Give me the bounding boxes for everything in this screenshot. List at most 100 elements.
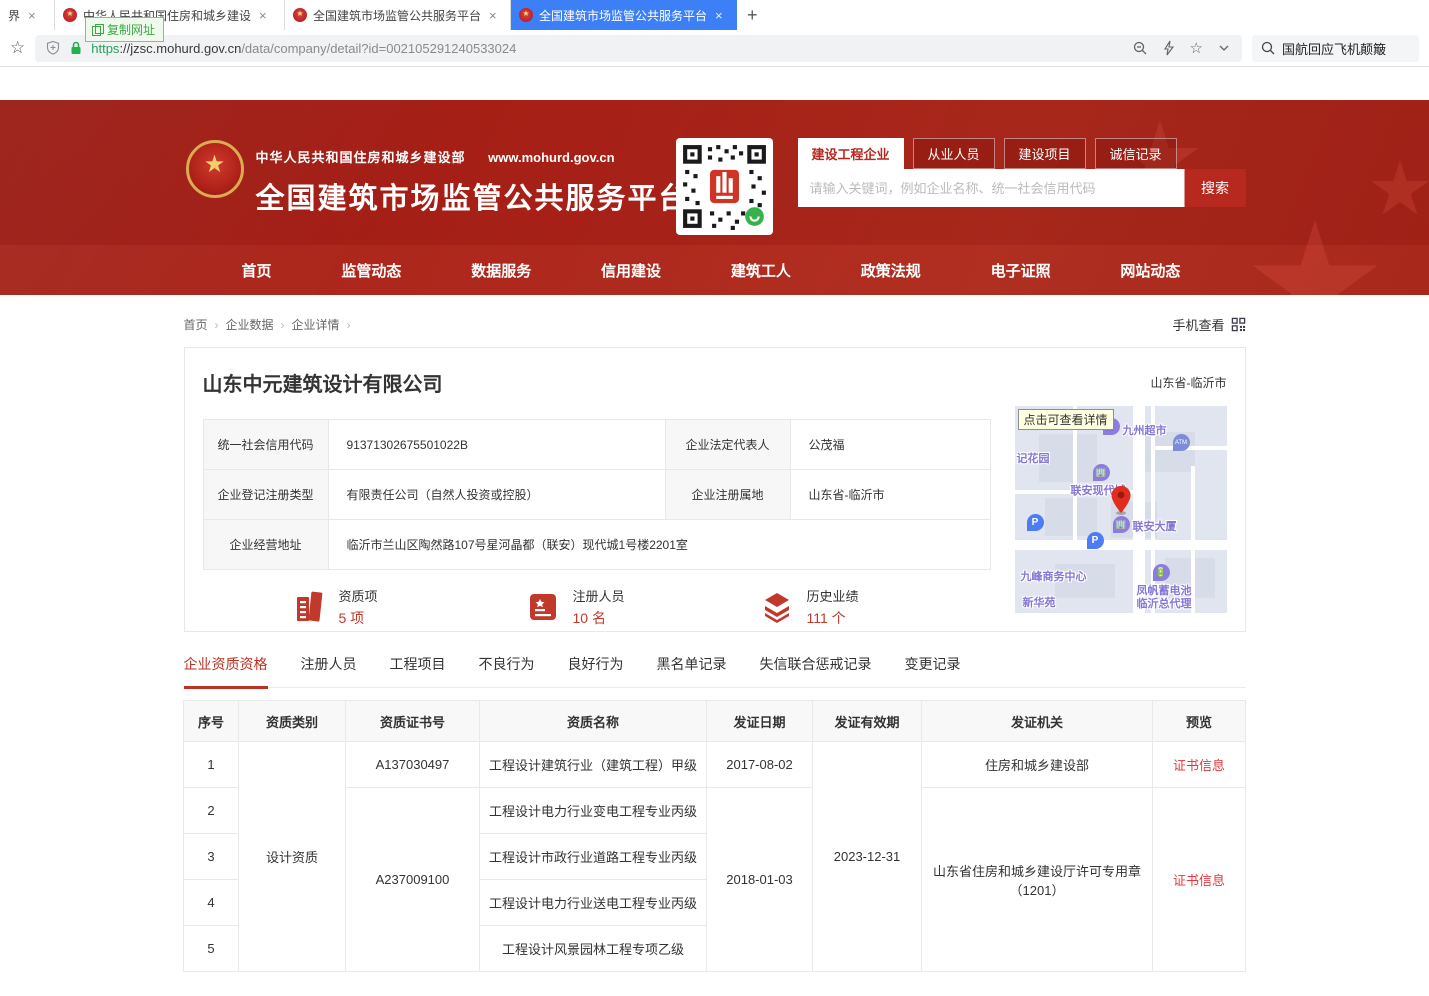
star-decoration (1370, 160, 1429, 220)
col-header-name: 资质名称 (480, 701, 707, 742)
map-parking-icon: P (1027, 514, 1044, 531)
col-header-valid-until: 发证有效期 (813, 701, 922, 742)
news-search-box[interactable]: 国航回应飞机颠簸 (1252, 35, 1419, 62)
nav-item-policy[interactable]: 政策法规 (861, 260, 921, 281)
cell-category: 设计资质 (239, 742, 346, 972)
browser-tab-0[interactable]: 界 × (0, 0, 55, 30)
close-icon[interactable]: × (257, 8, 269, 23)
search-button[interactable]: 搜索 (1184, 169, 1246, 207)
tab-projects[interactable]: 工程项目 (390, 654, 446, 687)
bookmark-star-icon[interactable]: ☆ (10, 38, 25, 58)
favorite-star-icon[interactable]: ☆ (1190, 39, 1203, 57)
url-text: https://jzsc.mohurd.gov.cn/data/company/… (91, 41, 516, 56)
map-label: 临沂总代理 (1137, 595, 1192, 611)
cell-name: 工程设计市政行业道路工程专业丙级 (480, 834, 707, 880)
chevron-down-icon[interactable] (1216, 40, 1232, 56)
mobile-view-link[interactable]: 手机查看 (1172, 315, 1245, 334)
nav-item-site-news[interactable]: 网站动态 (1120, 260, 1180, 281)
close-icon[interactable]: × (487, 8, 499, 23)
map-label: 联安大厦 (1133, 518, 1177, 534)
breadcrumb-separator: › (347, 318, 351, 332)
field-label: 企业法定代表人 (665, 420, 790, 470)
field-label: 企业经营地址 (203, 520, 328, 570)
cell-issue-date: 2017-08-02 (707, 742, 813, 788)
breadcrumb-separator: › (215, 318, 219, 332)
certificate-info-link[interactable]: 证书信息 (1173, 758, 1225, 773)
lightning-icon[interactable] (1161, 40, 1177, 56)
field-value-address: 临沂市兰山区陶然路107号星河晶都（联安）现代城1号楼2201室 (328, 520, 990, 570)
field-value-registration-type: 有限责任公司（自然人投资或控股） (328, 470, 665, 520)
emblem-favicon-icon (293, 8, 307, 22)
nav-item-supervision[interactable]: 监管动态 (341, 260, 401, 281)
cell-name: 工程设计电力行业变电工程专业丙级 (480, 788, 707, 834)
browser-toolbar: ☆ https://jzsc.mohurd.gov.cn/data/compan… (0, 30, 1429, 67)
close-icon[interactable]: × (713, 8, 725, 23)
cell-valid-until: 2023-12-31 (813, 742, 922, 972)
tab-bad-behavior[interactable]: 不良行为 (479, 654, 535, 687)
nav-item-home[interactable]: 首页 (242, 260, 272, 281)
tab-good-behavior[interactable]: 良好行为 (568, 654, 624, 687)
nav-item-e-license[interactable]: 电子证照 (991, 260, 1051, 281)
site-title: 全国建筑市场监管公共服务平台 (256, 175, 690, 217)
map-parking-icon: P (1087, 532, 1104, 549)
header-qr-code (676, 138, 773, 235)
site-titles: 中华人民共和国住房和城乡建设部 www.mohurd.gov.cn 全国建筑市场… (256, 147, 690, 217)
toolbar-right-icons: ☆ (1132, 39, 1232, 57)
browser-tab-3-active[interactable]: 全国建筑市场监管公共服务平台 × (511, 0, 737, 30)
tab-blacklist[interactable]: 黑名单记录 (657, 654, 727, 687)
company-name: 山东中元建筑设计有限公司 (203, 368, 1227, 397)
nav-item-workers[interactable]: 建筑工人 (731, 260, 791, 281)
col-header-category: 资质类别 (239, 701, 346, 742)
col-header-preview: 预览 (1153, 701, 1246, 742)
shield-icon[interactable] (45, 40, 61, 56)
search-input[interactable] (798, 169, 1184, 207)
tab-title: 全国建筑市场监管公共服务平台 (539, 7, 707, 24)
tab-change-records[interactable]: 变更记录 (905, 654, 961, 687)
table-row: 1 设计资质 A137030497 工程设计建筑行业（建筑工程）甲级 2017-… (184, 742, 1246, 788)
search-tab-project[interactable]: 建设项目 (1004, 138, 1086, 169)
tab-registered-personnel[interactable]: 注册人员 (301, 654, 357, 687)
new-tab-button[interactable]: + (737, 5, 768, 26)
tab-dishonesty-records[interactable]: 失信联合惩戒记录 (760, 654, 872, 687)
map-label: 九峰商务中心 (1021, 568, 1087, 584)
breadcrumb-enterprise-data[interactable]: 企业数据 (226, 316, 274, 333)
stat-value: 111 个 (807, 608, 859, 628)
qr-code-icon (1231, 317, 1246, 332)
stat-value: 10 名 (573, 608, 625, 628)
cell-cert-no: A237009100 (346, 788, 480, 972)
zoom-out-icon[interactable] (1132, 40, 1148, 56)
cell-authority: 山东省住房和城乡建设厅许可专用章 （1201） (922, 788, 1153, 972)
stat-label: 历史业绩 (807, 586, 859, 605)
emblem-favicon-icon (63, 8, 77, 22)
certificate-info-link[interactable]: 证书信息 (1173, 873, 1225, 888)
nav-item-credit[interactable]: 信用建设 (601, 260, 661, 281)
field-value-registration-place: 山东省-临沂市 (790, 470, 990, 520)
stat-history-performance: 历史业绩 111 个 (759, 586, 993, 628)
cell-no: 2 (184, 788, 239, 834)
map-atm-icon: ATM (1173, 434, 1190, 451)
search-tab-personnel[interactable]: 从业人员 (913, 138, 995, 169)
cell-no: 1 (184, 742, 239, 788)
search-bar: 搜索 (798, 169, 1246, 207)
main-nav: 首页 监管动态 数据服务 信用建设 建筑工人 政策法规 电子证照 网站动态 (0, 245, 1429, 295)
location-map[interactable]: 🛒 九州超市 ATM 记花园 🏢 联安现代城 🏢 联安大厦 P P 九峰商务中心… (1015, 406, 1227, 613)
close-icon[interactable]: × (26, 8, 38, 23)
search-category-tabs: 建设工程企业 从业人员 建设项目 诚信记录 (798, 138, 1246, 169)
search-tab-enterprise[interactable]: 建设工程企业 (798, 138, 904, 169)
breadcrumb-home[interactable]: 首页 (184, 316, 208, 333)
map-building-icon: 🏢 (1093, 464, 1110, 481)
table-header-row: 序号 资质类别 资质证书号 资质名称 发证日期 发证有效期 发证机关 预览 (184, 701, 1246, 742)
search-tab-credit[interactable]: 诚信记录 (1095, 138, 1177, 169)
stat-label: 注册人员 (573, 586, 625, 605)
browser-tab-2[interactable]: 全国建筑市场监管公共服务平台 × (285, 0, 511, 30)
address-bar[interactable]: https://jzsc.mohurd.gov.cn/data/company/… (35, 35, 1242, 62)
stat-label: 资质项 (339, 586, 378, 605)
tab-qualifications[interactable]: 企业资质资格 (184, 654, 268, 689)
qualification-table: 序号 资质类别 资质证书号 资质名称 发证日期 发证有效期 发证机关 预览 1 … (183, 700, 1246, 972)
col-header-authority: 发证机关 (922, 701, 1153, 742)
ministry-url: www.mohurd.gov.cn (488, 150, 614, 165)
nav-item-data-service[interactable]: 数据服务 (471, 260, 531, 281)
cell-name: 工程设计电力行业送电工程专业丙级 (480, 880, 707, 926)
company-info-table: 统一社会信用代码 91371302675501022B 企业法定代表人 公茂福 … (203, 419, 991, 570)
breadcrumb-enterprise-detail[interactable]: 企业详情 (292, 316, 340, 333)
